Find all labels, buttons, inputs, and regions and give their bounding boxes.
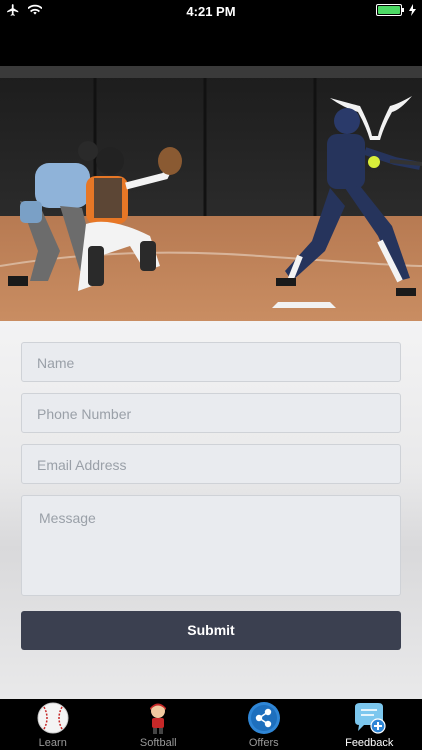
tab-learn-label: Learn bbox=[38, 737, 67, 749]
feedback-form: Name Phone Number Email Address Message … bbox=[0, 321, 422, 699]
navigation-bar bbox=[0, 22, 422, 66]
phone-number-field[interactable]: Phone Number bbox=[21, 393, 401, 433]
baseball-icon bbox=[37, 702, 69, 734]
tab-softball-label: Softball bbox=[139, 737, 177, 749]
email-address-field[interactable]: Email Address bbox=[21, 444, 401, 484]
tab-learn[interactable]: Learn bbox=[0, 699, 106, 750]
submit-button[interactable]: Submit bbox=[21, 611, 401, 650]
chat-plus-icon bbox=[355, 703, 386, 734]
tab-offers[interactable]: Offers bbox=[211, 699, 317, 750]
tab-feedback[interactable]: Feedback bbox=[317, 699, 422, 750]
player-icon bbox=[150, 703, 167, 734]
message-field[interactable]: Message bbox=[21, 495, 401, 596]
share-icon bbox=[247, 702, 280, 734]
tab-bar: Learn Softball Offers Feedback bbox=[0, 699, 422, 750]
status-time: 4:21 PM bbox=[186, 4, 236, 19]
tab-softball[interactable]: Softball bbox=[106, 699, 212, 750]
status-bar: 4:21 PM bbox=[0, 0, 422, 22]
battery-icon bbox=[376, 4, 404, 16]
header-photo bbox=[0, 66, 422, 321]
tab-offers-label: Offers bbox=[248, 737, 279, 749]
name-field[interactable]: Name bbox=[21, 342, 401, 382]
tab-feedback-label: Feedback bbox=[345, 737, 394, 749]
softball-scene-image bbox=[0, 66, 422, 321]
status-right bbox=[376, 4, 416, 16]
charging-icon bbox=[409, 4, 416, 16]
